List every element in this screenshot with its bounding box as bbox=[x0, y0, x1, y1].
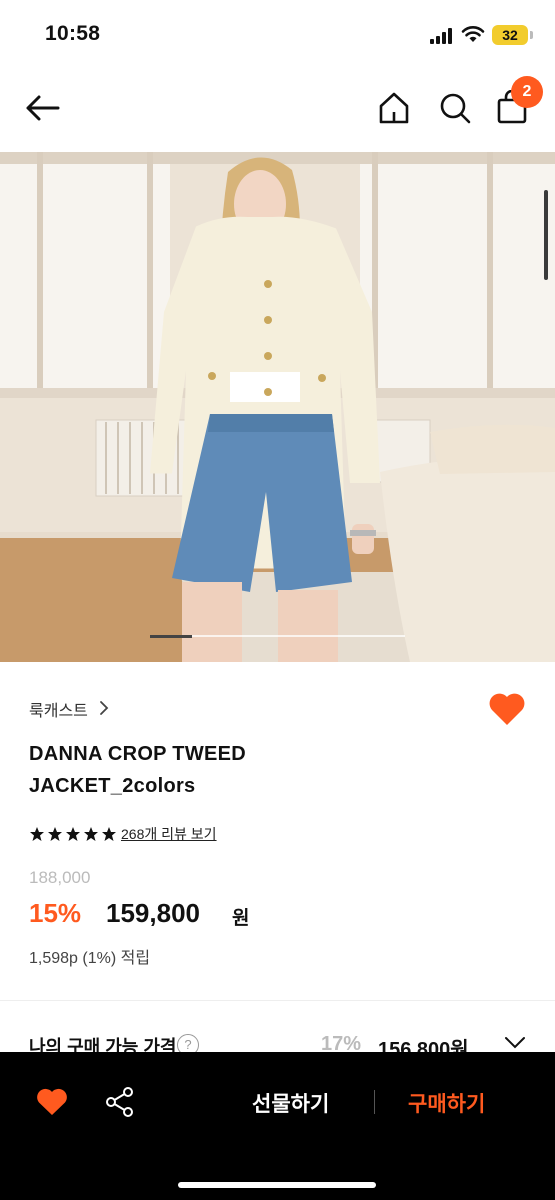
my-price-label: 나의 구매 가능 가격 bbox=[29, 1037, 177, 1052]
back-arrow-icon[interactable] bbox=[24, 94, 60, 122]
page-scrollbar[interactable] bbox=[544, 190, 548, 280]
home-icon[interactable] bbox=[376, 90, 412, 126]
status-bar: 10:58 32 bbox=[0, 0, 555, 70]
chevron-right-icon[interactable] bbox=[99, 700, 109, 716]
wifi-icon bbox=[461, 26, 485, 42]
share-icon[interactable] bbox=[104, 1086, 136, 1118]
bottom-action-bar: 선물하기 구매하기 bbox=[0, 1052, 555, 1200]
star-icon bbox=[48, 827, 62, 841]
help-icon[interactable]: ? bbox=[177, 1034, 199, 1052]
clock: 10:58 bbox=[45, 22, 101, 45]
signal-icon bbox=[430, 28, 452, 44]
star-icon bbox=[102, 827, 116, 841]
wishlist-heart-icon[interactable] bbox=[488, 692, 526, 726]
star-icon bbox=[30, 827, 44, 841]
my-price-row[interactable]: 나의 구매 가능 가격 ? 17% 156,800원 bbox=[0, 1030, 555, 1052]
app-header: 2 bbox=[0, 70, 555, 152]
product-image-carousel[interactable] bbox=[0, 152, 555, 662]
star-icon bbox=[84, 827, 98, 841]
gift-button[interactable]: 선물하기 bbox=[252, 1088, 329, 1118]
original-price: 188,000 bbox=[29, 868, 91, 887]
reward-points: 1,598p (1%) 적립 bbox=[29, 950, 151, 967]
battery-indicator: 32 bbox=[492, 25, 528, 45]
product-photo bbox=[0, 152, 555, 662]
button-separator bbox=[374, 1090, 375, 1114]
my-price-discount: 17% bbox=[321, 1033, 362, 1052]
carousel-position-indicator bbox=[150, 635, 192, 638]
brand-link[interactable]: 룩캐스트 bbox=[29, 697, 88, 721]
home-indicator[interactable] bbox=[178, 1182, 376, 1188]
cart-count-badge: 2 bbox=[511, 76, 543, 108]
product-title-line2: JACKET_2colors bbox=[29, 775, 196, 797]
product-title: DANNA CROP TWEED JACKET_2colors bbox=[29, 738, 389, 802]
product-title-line1: DANNA CROP TWEED bbox=[29, 743, 247, 765]
star-rating bbox=[29, 826, 117, 842]
chevron-down-icon[interactable] bbox=[504, 1036, 526, 1050]
buy-button[interactable]: 구매하기 bbox=[408, 1088, 485, 1118]
currency-unit: 원 bbox=[232, 908, 250, 929]
star-icon bbox=[66, 827, 80, 841]
review-link[interactable]: 268개 리뷰 보기 bbox=[121, 824, 217, 844]
discount-rate: 15% bbox=[29, 898, 82, 928]
sale-price: 159,800 bbox=[106, 898, 200, 928]
my-price-value: 156,800원 bbox=[378, 1039, 469, 1052]
heart-icon[interactable] bbox=[36, 1088, 68, 1116]
search-icon[interactable] bbox=[437, 90, 473, 126]
section-divider bbox=[0, 1000, 555, 1001]
battery-nub bbox=[530, 31, 533, 39]
